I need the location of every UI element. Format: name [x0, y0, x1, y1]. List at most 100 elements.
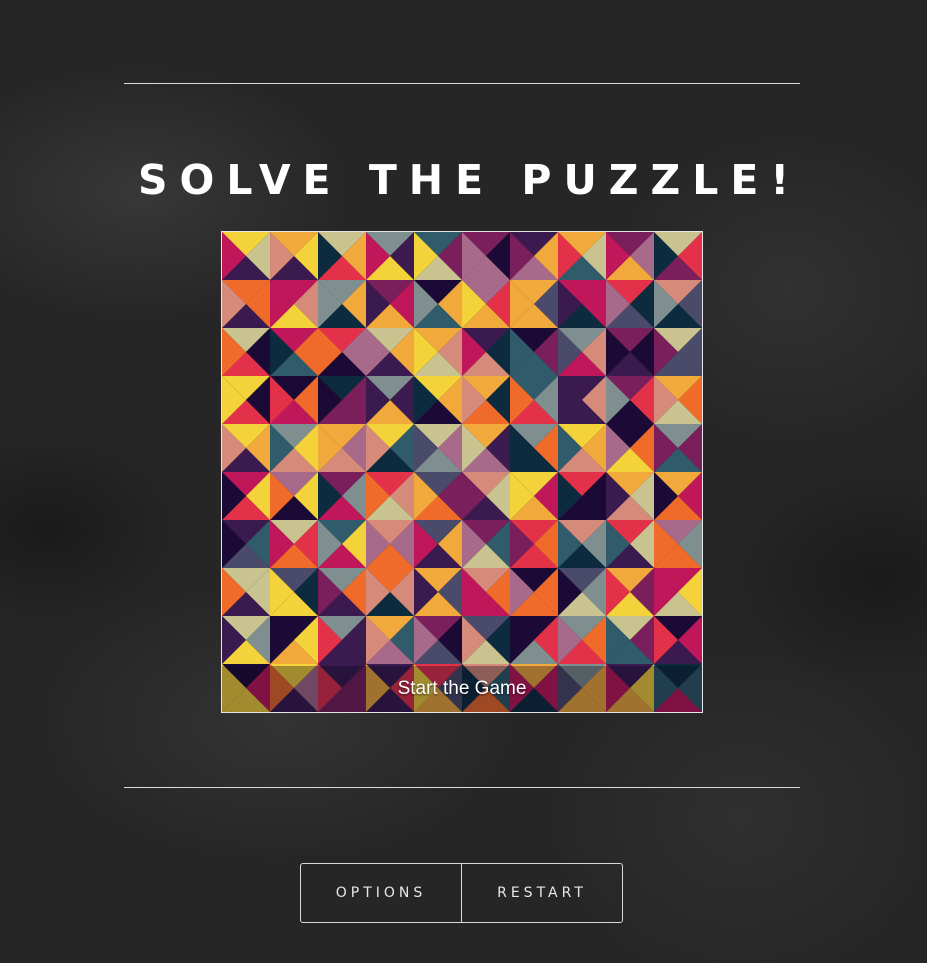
puzzle-tile[interactable]	[222, 472, 270, 520]
puzzle-tile[interactable]	[606, 280, 654, 328]
puzzle-tile[interactable]	[318, 616, 366, 664]
puzzle-tile[interactable]	[654, 376, 702, 424]
puzzle-tile[interactable]	[270, 328, 318, 376]
puzzle-tile[interactable]	[270, 424, 318, 472]
puzzle-tile[interactable]	[654, 232, 702, 280]
puzzle-tile[interactable]	[414, 520, 462, 568]
puzzle-tile[interactable]	[318, 280, 366, 328]
puzzle-tile[interactable]	[414, 328, 462, 376]
puzzle-tile[interactable]	[318, 568, 366, 616]
puzzle-tile[interactable]	[462, 472, 510, 520]
puzzle-tile[interactable]	[510, 616, 558, 664]
options-button[interactable]: OPTIONS	[301, 864, 461, 922]
puzzle-tile[interactable]	[558, 520, 606, 568]
puzzle-tile[interactable]	[462, 424, 510, 472]
puzzle-tile[interactable]	[558, 568, 606, 616]
top-divider	[124, 83, 800, 84]
puzzle-tile[interactable]	[606, 568, 654, 616]
puzzle-tile[interactable]	[366, 472, 414, 520]
puzzle-tile[interactable]	[414, 280, 462, 328]
puzzle-tile[interactable]	[222, 376, 270, 424]
puzzle-tile[interactable]	[318, 472, 366, 520]
puzzle-tile[interactable]	[654, 520, 702, 568]
puzzle-tile[interactable]	[558, 280, 606, 328]
puzzle-tile[interactable]	[318, 424, 366, 472]
puzzle-tile[interactable]	[606, 616, 654, 664]
puzzle-tile[interactable]	[270, 472, 318, 520]
puzzle-tile[interactable]	[366, 616, 414, 664]
puzzle-tile[interactable]	[462, 232, 510, 280]
puzzle-tile[interactable]	[558, 328, 606, 376]
puzzle-tile[interactable]	[318, 520, 366, 568]
start-game-button[interactable]: Start the Game	[222, 666, 702, 712]
puzzle-tile[interactable]	[366, 328, 414, 376]
bottom-divider	[124, 787, 800, 788]
puzzle-tile[interactable]	[222, 520, 270, 568]
puzzle-tile[interactable]	[606, 424, 654, 472]
puzzle-tile[interactable]	[414, 424, 462, 472]
puzzle-tile[interactable]	[558, 232, 606, 280]
puzzle-tile[interactable]	[462, 328, 510, 376]
puzzle-tile[interactable]	[654, 568, 702, 616]
puzzle-tile[interactable]	[654, 280, 702, 328]
puzzle-tile[interactable]	[462, 520, 510, 568]
puzzle-tile[interactable]	[606, 520, 654, 568]
puzzle-tile[interactable]	[606, 472, 654, 520]
puzzle-tile[interactable]	[462, 616, 510, 664]
puzzle-tiles[interactable]	[222, 232, 702, 712]
puzzle-tile[interactable]	[510, 568, 558, 616]
puzzle-tile[interactable]	[318, 328, 366, 376]
puzzle-tile[interactable]	[222, 328, 270, 376]
puzzle-tile[interactable]	[366, 424, 414, 472]
puzzle-tile[interactable]	[222, 280, 270, 328]
puzzle-tile[interactable]	[462, 568, 510, 616]
puzzle-tile[interactable]	[366, 232, 414, 280]
puzzle-board[interactable]: Start the Game	[221, 231, 703, 713]
puzzle-tile[interactable]	[270, 520, 318, 568]
puzzle-tile[interactable]	[414, 232, 462, 280]
puzzle-tile[interactable]	[558, 616, 606, 664]
puzzle-tile[interactable]	[318, 232, 366, 280]
puzzle-tile[interactable]	[510, 328, 558, 376]
game-controls: OPTIONS RESTART	[300, 863, 623, 923]
puzzle-tile[interactable]	[558, 472, 606, 520]
puzzle-tile[interactable]	[222, 616, 270, 664]
puzzle-tile[interactable]	[654, 424, 702, 472]
puzzle-tile[interactable]	[606, 328, 654, 376]
puzzle-tile[interactable]	[654, 472, 702, 520]
puzzle-tile[interactable]	[270, 232, 318, 280]
puzzle-tile[interactable]	[414, 472, 462, 520]
puzzle-tile[interactable]	[318, 376, 366, 424]
puzzle-tile[interactable]	[222, 424, 270, 472]
puzzle-tile[interactable]	[222, 568, 270, 616]
puzzle-tile[interactable]	[654, 616, 702, 664]
puzzle-tile[interactable]	[414, 568, 462, 616]
puzzle-tile[interactable]	[462, 376, 510, 424]
puzzle-tile[interactable]	[510, 424, 558, 472]
page-title: SOLVE THE PUZZLE!	[137, 156, 802, 204]
puzzle-tile[interactable]	[510, 520, 558, 568]
puzzle-tile[interactable]	[510, 472, 558, 520]
puzzle-tile[interactable]	[366, 520, 414, 568]
puzzle-tile[interactable]	[606, 376, 654, 424]
puzzle-tile[interactable]	[510, 376, 558, 424]
puzzle-tile[interactable]	[510, 232, 558, 280]
restart-button[interactable]: RESTART	[461, 864, 622, 922]
puzzle-tile[interactable]	[558, 376, 606, 424]
puzzle-tile[interactable]	[462, 280, 510, 328]
puzzle-tile[interactable]	[222, 232, 270, 280]
puzzle-tile[interactable]	[270, 280, 318, 328]
puzzle-tile[interactable]	[270, 616, 318, 664]
puzzle-tile[interactable]	[366, 280, 414, 328]
puzzle-tile[interactable]	[270, 376, 318, 424]
puzzle-tile[interactable]	[606, 232, 654, 280]
puzzle-tile[interactable]	[414, 376, 462, 424]
puzzle-tile[interactable]	[510, 280, 558, 328]
puzzle-tile[interactable]	[558, 424, 606, 472]
puzzle-tile[interactable]	[366, 568, 414, 616]
puzzle-tile[interactable]	[366, 376, 414, 424]
puzzle-tile[interactable]	[654, 328, 702, 376]
puzzle-tile[interactable]	[270, 568, 318, 616]
start-game-label: Start the Game	[397, 678, 527, 699]
puzzle-tile[interactable]	[414, 616, 462, 664]
